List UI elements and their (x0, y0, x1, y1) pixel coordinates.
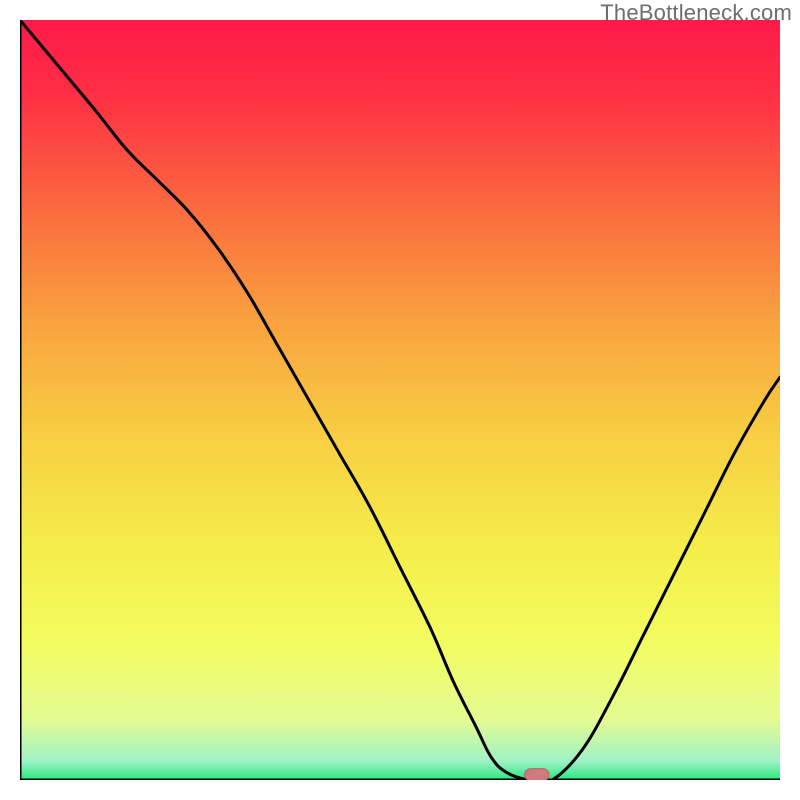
selected-point-marker (525, 769, 549, 780)
attribution-text: TheBottleneck.com (600, 0, 792, 26)
gradient-background (20, 20, 780, 780)
bottleneck-chart (20, 20, 780, 780)
